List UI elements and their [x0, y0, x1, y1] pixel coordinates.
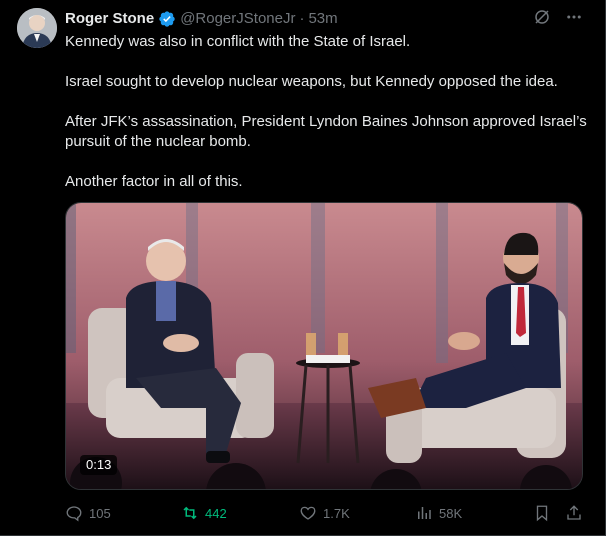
tweet-text: Kennedy was also in conflict with the St… [65, 32, 590, 192]
top-actions [533, 8, 583, 26]
video-player[interactable]: 0:13 [65, 202, 583, 490]
like-count: 1.7K [323, 505, 350, 521]
timestamp[interactable]: 53m [308, 10, 337, 28]
tweet-paragraph: Israel sought to develop nuclear weapons… [65, 73, 558, 90]
grok-icon[interactable] [533, 8, 551, 26]
analytics-icon [415, 504, 433, 522]
author-handle[interactable]: @RogerJStoneJr [180, 10, 295, 28]
reply-count: 105 [89, 505, 111, 521]
video-duration: 0:13 [80, 455, 118, 475]
tweet-paragraph: Another factor in all of this. [65, 173, 243, 190]
repost-count: 442 [205, 505, 227, 521]
video-frame [66, 203, 582, 489]
reply-button[interactable]: 105 [65, 502, 111, 524]
tweet-paragraph: After JFK’s assassination, President Lyn… [65, 113, 587, 150]
avatar[interactable] [17, 8, 57, 48]
like-button[interactable]: 1.7K [299, 502, 350, 524]
tweet-card[interactable]: Roger Stone @RogerJStoneJr · 53m Kennedy… [0, 0, 606, 536]
repost-button[interactable]: 442 [181, 502, 227, 524]
bookmark-button[interactable] [533, 502, 551, 524]
verified-badge-icon [158, 10, 176, 28]
avatar-image [17, 8, 57, 48]
views-count: 58K [439, 505, 463, 521]
heart-icon [299, 504, 317, 522]
repost-icon [181, 504, 199, 522]
views-button[interactable]: 58K [415, 502, 462, 524]
separator-dot: · [299, 10, 305, 27]
reply-icon [65, 504, 83, 522]
share-icon [565, 504, 583, 522]
tweet-header: Roger Stone @RogerJStoneJr · 53m [65, 10, 338, 28]
tweet-paragraph: Kennedy was also in conflict with the St… [65, 33, 411, 50]
more-options-icon[interactable] [565, 8, 583, 26]
bookmark-icon [533, 504, 551, 522]
author-name[interactable]: Roger Stone [65, 10, 154, 28]
action-bar: 105 442 1.7K 58K [65, 502, 587, 524]
share-button[interactable] [565, 502, 583, 524]
